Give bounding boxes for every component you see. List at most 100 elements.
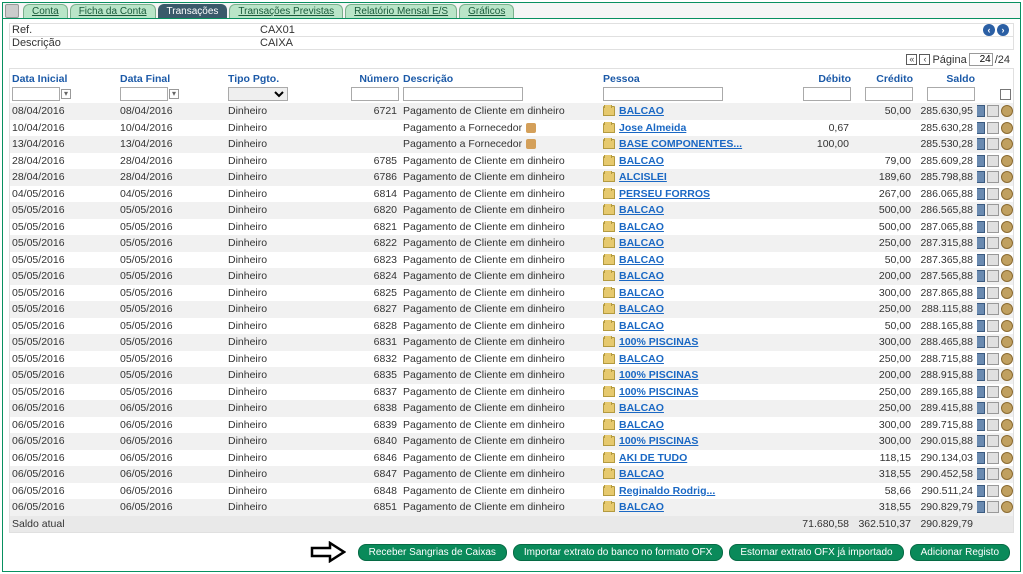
user-icon[interactable] xyxy=(1001,402,1013,414)
folder-icon[interactable] xyxy=(603,469,615,479)
next-record-icon[interactable]: › xyxy=(997,24,1009,36)
folder-icon[interactable] xyxy=(603,304,615,314)
pessoa-link[interactable]: BALCAO xyxy=(619,270,664,282)
user-icon[interactable] xyxy=(1001,287,1013,299)
tab-transa-es[interactable]: Transações xyxy=(158,4,228,18)
document-icon[interactable] xyxy=(987,468,999,480)
document-icon[interactable] xyxy=(987,386,999,398)
col-tipo-pgto[interactable]: Tipo Pgto. xyxy=(226,69,341,87)
filter-descricao[interactable] xyxy=(403,87,523,101)
adicionar-registo-button[interactable]: Adicionar Registo xyxy=(910,544,1010,561)
document-icon[interactable] xyxy=(987,171,999,183)
document-icon[interactable] xyxy=(987,369,999,381)
folder-icon[interactable] xyxy=(603,189,615,199)
document-icon[interactable] xyxy=(987,105,999,117)
folder-icon[interactable] xyxy=(603,271,615,281)
folder-icon[interactable] xyxy=(603,387,615,397)
user-icon[interactable] xyxy=(1001,303,1013,315)
tab-ficha-da-conta[interactable]: Ficha da Conta xyxy=(70,4,156,18)
pessoa-link[interactable]: BALCAO xyxy=(619,501,664,513)
user-icon[interactable] xyxy=(1001,435,1013,447)
folder-icon[interactable] xyxy=(603,354,615,364)
edit-icon[interactable] xyxy=(977,485,985,497)
edit-icon[interactable] xyxy=(977,320,985,332)
pessoa-link[interactable]: BALCAO xyxy=(619,320,664,332)
filter-credito[interactable] xyxy=(865,87,913,101)
col-data-final[interactable]: Data Final xyxy=(118,69,226,87)
user-icon[interactable] xyxy=(1001,369,1013,381)
document-icon[interactable] xyxy=(987,270,999,282)
edit-icon[interactable] xyxy=(977,204,985,216)
pessoa-link[interactable]: 100% PISCINAS xyxy=(619,386,698,398)
filter-pessoa[interactable] xyxy=(603,87,723,101)
document-icon[interactable] xyxy=(987,402,999,414)
edit-icon[interactable] xyxy=(977,287,985,299)
user-icon[interactable] xyxy=(1001,237,1013,249)
importar-ofx-button[interactable]: Importar extrato do banco no formato OFX xyxy=(513,544,723,561)
edit-icon[interactable] xyxy=(977,138,985,150)
edit-icon[interactable] xyxy=(977,254,985,266)
user-icon[interactable] xyxy=(1001,270,1013,282)
folder-icon[interactable] xyxy=(603,172,615,182)
calendar-icon[interactable]: ▾ xyxy=(169,89,179,99)
pessoa-link[interactable]: 100% PISCINAS xyxy=(619,369,698,381)
user-icon[interactable] xyxy=(1001,485,1013,497)
folder-icon[interactable] xyxy=(603,205,615,215)
folder-icon[interactable] xyxy=(603,321,615,331)
pessoa-link[interactable]: PERSEU FORROS xyxy=(619,188,710,200)
edit-icon[interactable] xyxy=(977,155,985,167)
folder-icon[interactable] xyxy=(603,370,615,380)
pessoa-link[interactable]: BALCAO xyxy=(619,204,664,216)
document-icon[interactable] xyxy=(987,287,999,299)
edit-icon[interactable] xyxy=(977,452,985,464)
document-icon[interactable] xyxy=(987,155,999,167)
filter-numero[interactable] xyxy=(351,87,399,101)
user-icon[interactable] xyxy=(1001,171,1013,183)
col-saldo[interactable]: Saldo xyxy=(915,69,977,87)
document-icon[interactable] xyxy=(987,254,999,266)
edit-icon[interactable] xyxy=(977,237,985,249)
user-icon[interactable] xyxy=(1001,353,1013,365)
pessoa-link[interactable]: BALCAO xyxy=(619,287,664,299)
pessoa-link[interactable]: BASE COMPONENTES... xyxy=(619,138,742,150)
tab-conta[interactable]: Conta xyxy=(23,4,68,18)
tab-relat-rio-mensal-e-s[interactable]: Relatório Mensal E/S xyxy=(345,4,457,18)
filter-saldo[interactable] xyxy=(927,87,975,101)
user-icon[interactable] xyxy=(1001,138,1013,150)
col-debito[interactable]: Débito xyxy=(791,69,853,87)
user-icon[interactable] xyxy=(1001,468,1013,480)
folder-icon[interactable] xyxy=(603,337,615,347)
filter-tipo-pgto[interactable] xyxy=(228,87,288,101)
document-icon[interactable] xyxy=(987,188,999,200)
pager-current-input[interactable] xyxy=(969,53,993,66)
edit-icon[interactable] xyxy=(977,468,985,480)
col-numero[interactable]: Número xyxy=(341,69,401,87)
folder-icon[interactable] xyxy=(603,436,615,446)
pessoa-link[interactable]: BALCAO xyxy=(619,155,664,167)
folder-icon[interactable] xyxy=(603,156,615,166)
user-icon[interactable] xyxy=(1001,155,1013,167)
tab-transa-es-previstas[interactable]: Transações Previstas xyxy=(229,4,343,18)
edit-icon[interactable] xyxy=(977,105,985,117)
document-icon[interactable] xyxy=(987,435,999,447)
edit-icon[interactable] xyxy=(977,270,985,282)
user-icon[interactable] xyxy=(1001,221,1013,233)
document-icon[interactable] xyxy=(987,237,999,249)
folder-icon[interactable] xyxy=(603,403,615,413)
pessoa-link[interactable]: 100% PISCINAS xyxy=(619,336,698,348)
folder-icon[interactable] xyxy=(603,453,615,463)
filter-data-final[interactable] xyxy=(120,87,168,101)
pessoa-link[interactable]: AKI DE TUDO xyxy=(619,452,687,464)
folder-icon[interactable] xyxy=(603,139,615,149)
edit-icon[interactable] xyxy=(977,435,985,447)
pessoa-link[interactable]: BALCAO xyxy=(619,468,664,480)
folder-icon[interactable] xyxy=(603,238,615,248)
folder-icon[interactable] xyxy=(603,222,615,232)
pessoa-link[interactable]: BALCAO xyxy=(619,254,664,266)
edit-icon[interactable] xyxy=(977,221,985,233)
folder-icon[interactable] xyxy=(603,123,615,133)
user-icon[interactable] xyxy=(1001,188,1013,200)
folder-icon[interactable] xyxy=(603,106,615,116)
calendar-icon[interactable]: ▾ xyxy=(61,89,71,99)
pager-first-icon[interactable]: « xyxy=(906,54,917,65)
